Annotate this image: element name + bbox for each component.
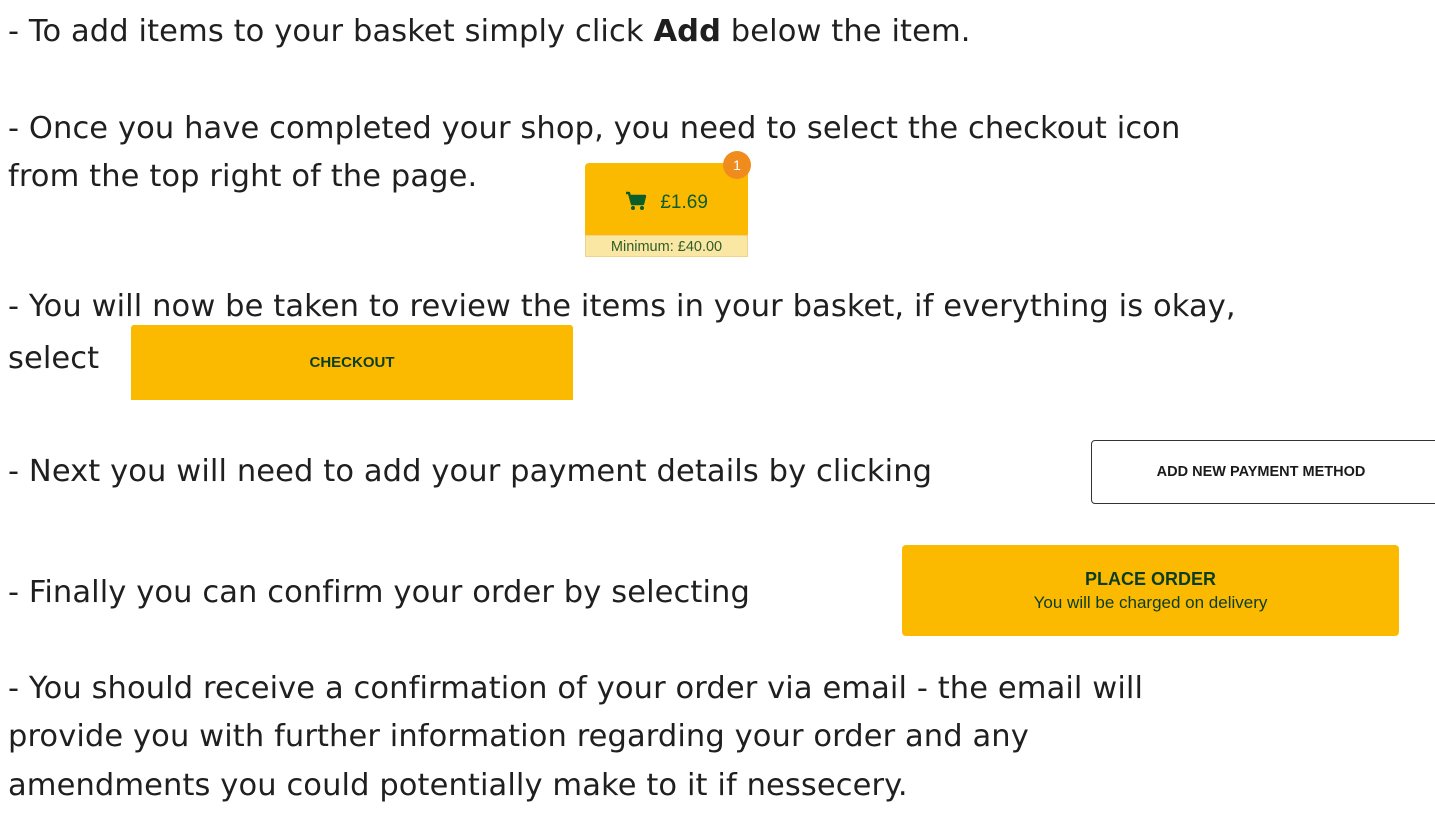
basket-checkout-widget[interactable]: £1.69 1 Minimum: £40.00	[585, 151, 751, 257]
instruction-step-2-line-1: - Once you have completed your shop, you…	[8, 111, 1181, 146]
instruction-step-4: - Next you will need to add your payment…	[8, 454, 933, 489]
step-1-prefix: - To add items to your basket simply cli…	[8, 14, 654, 49]
basket-count-badge: 1	[723, 151, 751, 179]
place-order-label: PLACE ORDER	[1084, 568, 1216, 589]
checkout-button[interactable]: CHECKOUT	[131, 325, 573, 400]
place-order-button[interactable]: PLACE ORDER You will be charged on deliv…	[902, 545, 1399, 636]
instruction-step-2-line-2: from the top right of the page.	[8, 159, 478, 194]
instruction-step-6-line-3: amendments you could potentially make to…	[8, 768, 908, 803]
cart-icon	[625, 191, 660, 213]
basket-summary: £1.69	[585, 191, 748, 214]
instruction-step-3-line-1: - You will now be taken to review the it…	[8, 289, 1236, 324]
instruction-step-6-line-1: - You should receive a confirmation of y…	[8, 671, 1144, 706]
instruction-step-1: - To add items to your basket simply cli…	[8, 8, 971, 56]
basket-minimum-label: Minimum: £40.00	[585, 235, 748, 257]
add-payment-method-button[interactable]: ADD NEW PAYMENT METHOD	[1091, 440, 1435, 504]
instruction-step-3-line-2: select	[8, 341, 100, 376]
step-1-add-emphasis: Add	[653, 14, 722, 49]
instruction-step-5: - Finally you can confirm your order by …	[8, 575, 750, 610]
basket-button[interactable]: £1.69 1	[585, 151, 751, 235]
basket-total: £1.69	[660, 192, 708, 213]
step-1-suffix: below the item.	[721, 14, 971, 49]
instruction-step-6-line-2: provide you with further information reg…	[8, 719, 1029, 754]
place-order-sublabel: You will be charged on delivery	[1033, 592, 1268, 612]
